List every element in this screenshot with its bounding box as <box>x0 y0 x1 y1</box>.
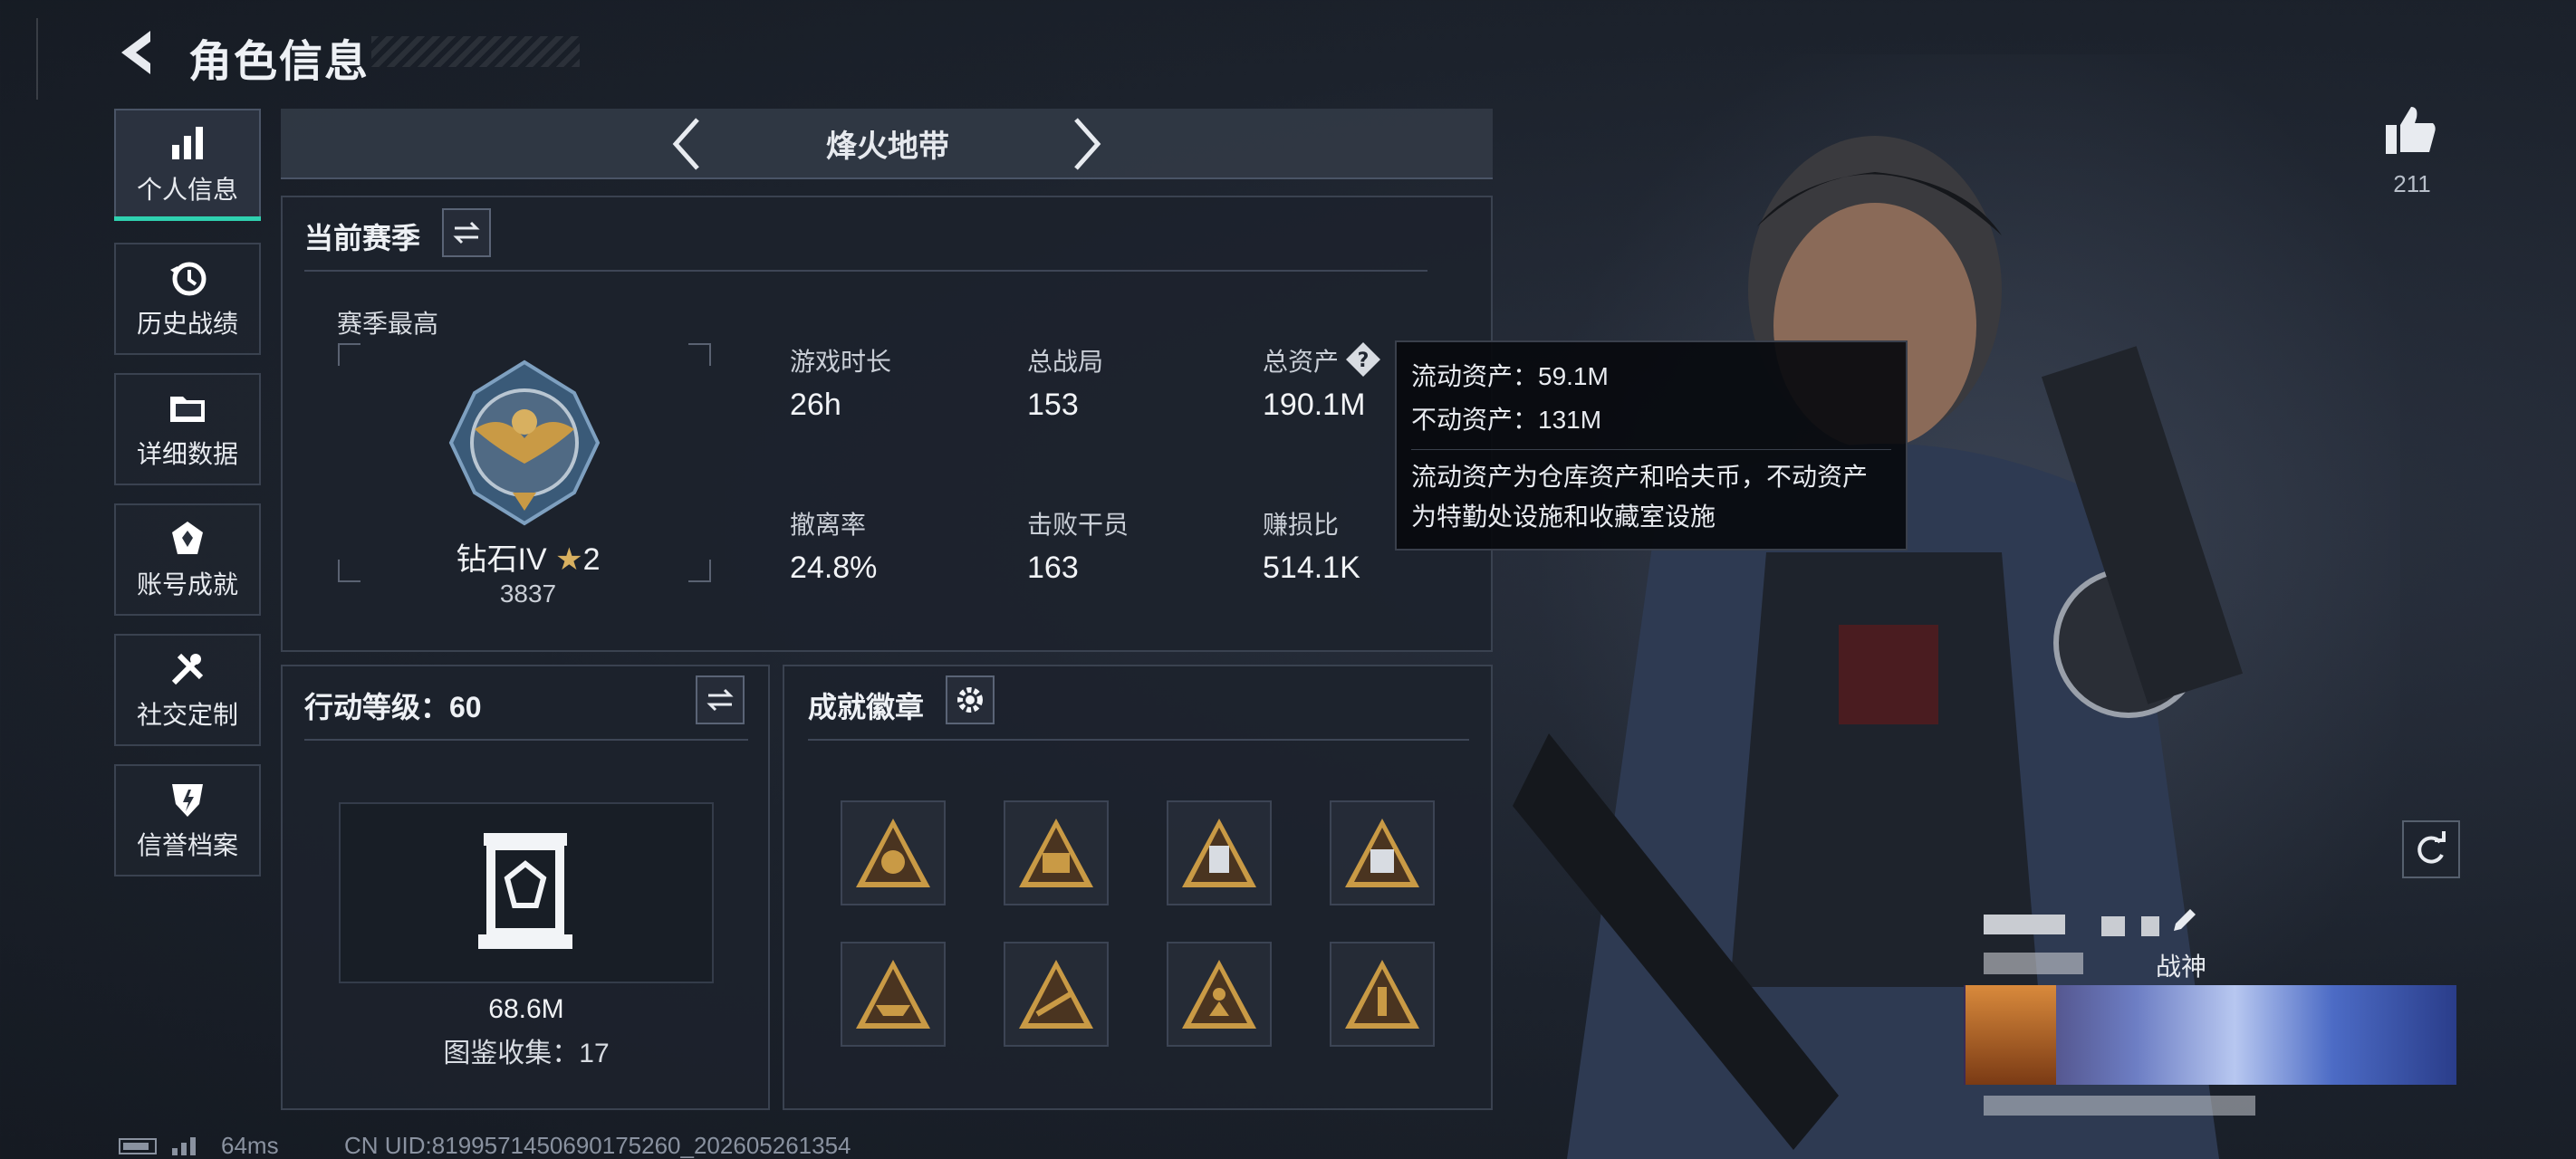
history-icon <box>170 262 207 296</box>
profile-extra-blurred <box>1984 1096 2255 1116</box>
nav-label: 历史战绩 <box>136 310 238 338</box>
nav-label: 信誉档案 <box>136 831 238 859</box>
stat-label: 游戏时长 <box>790 348 892 376</box>
thumbs-up-icon[interactable] <box>2382 101 2440 159</box>
tooltip-divider <box>1411 449 1891 450</box>
card-badge-icon <box>1182 819 1256 887</box>
avatar[interactable] <box>1966 985 2056 1085</box>
nav-account-achievements[interactable]: 账号成就 <box>114 503 261 616</box>
blurred-pixel <box>2101 916 2125 936</box>
frame-corner-line <box>36 18 38 100</box>
refresh-icon <box>2417 831 2446 864</box>
ship-badge-icon <box>856 960 930 1029</box>
stat-label: 撤离率 <box>790 511 867 539</box>
page-title: 角色信息 <box>188 38 370 86</box>
ping-text: 64ms <box>221 1132 279 1159</box>
nav-social-custom[interactable]: 社交定制 <box>114 634 261 746</box>
badge-settings-button[interactable] <box>946 675 995 724</box>
chevron-right-icon[interactable] <box>1065 116 1107 172</box>
nav-reputation[interactable]: 信誉档案 <box>114 764 261 876</box>
achievement-badge[interactable] <box>841 942 946 1047</box>
stat-value: 153 <box>1027 388 1079 422</box>
swap-icon <box>706 688 734 712</box>
stat-label: 赚损比 <box>1263 511 1340 539</box>
fixed-assets-text: 不动资产：131M <box>1411 406 1602 434</box>
tools-icon <box>171 653 204 685</box>
achievement-icon <box>172 522 203 554</box>
player-title-suffix: 战神 <box>2156 953 2207 981</box>
like-count: 211 <box>2393 170 2431 197</box>
season-best-label: 赛季最高 <box>337 310 439 338</box>
shield-icon <box>172 784 203 817</box>
blurred-pixel <box>2141 916 2159 936</box>
achievement-badge[interactable] <box>1167 942 1272 1047</box>
rank-stars: 2 <box>582 542 601 577</box>
achievements-title: 成就徽章 <box>808 691 925 723</box>
stat-value: 26h <box>790 388 841 422</box>
achievement-badge[interactable] <box>1004 800 1109 905</box>
swap-icon <box>453 221 480 244</box>
battery-signal-icon <box>119 1137 196 1155</box>
chevron-left-icon[interactable] <box>667 116 708 172</box>
money-bag-badge-icon <box>856 819 930 887</box>
achievement-badge[interactable] <box>1004 942 1109 1047</box>
divider <box>304 270 1427 272</box>
achievement-badge[interactable] <box>1330 942 1435 1047</box>
stat-value: 514.1K <box>1263 551 1360 585</box>
refresh-button[interactable] <box>2402 820 2460 878</box>
current-season-title: 当前赛季 <box>304 222 421 254</box>
id-card-badge-icon <box>1345 819 1419 887</box>
collection-case-icon <box>478 833 572 949</box>
divider <box>808 739 1469 741</box>
rank-line: 钻石IV ★2 <box>442 534 614 579</box>
nav-history[interactable]: 历史战绩 <box>114 243 261 355</box>
rank-name: 钻石IV <box>456 542 547 577</box>
switch-season-button[interactable] <box>442 208 491 257</box>
title-decoration <box>371 36 580 67</box>
divider <box>304 739 748 741</box>
tower-badge-icon <box>1345 960 1419 1029</box>
collection-count: 图鉴收集：17 <box>443 1039 610 1068</box>
gear-icon <box>957 687 983 713</box>
crate-badge-icon <box>1019 819 1093 887</box>
stat-label: 总战局 <box>1027 348 1104 376</box>
stat-label: 击败干员 <box>1027 511 1129 539</box>
svg-text:?: ? <box>1358 350 1370 372</box>
collection-value: 68.6M <box>488 994 564 1024</box>
help-icon[interactable]: ? <box>1344 340 1382 378</box>
diamond-rank-emblem <box>448 359 601 526</box>
action-level-title: 行动等级：60 <box>304 691 482 723</box>
achievement-badge[interactable] <box>1167 800 1272 905</box>
soldier-badge-icon <box>1182 960 1256 1029</box>
profile-name-blurred <box>1984 915 2092 934</box>
asset-description-line2: 为特勤处设施和收藏室设施 <box>1411 503 1716 531</box>
season-mode-title: 烽火地带 <box>826 129 949 164</box>
nav-label: 账号成就 <box>136 570 238 599</box>
rank-points: 3837 <box>499 580 557 608</box>
rank-star-icon: ★ <box>555 542 583 577</box>
nav-label: 详细数据 <box>136 440 238 468</box>
stat-value: 24.8% <box>790 551 878 585</box>
nav-detail-data[interactable]: 详细数据 <box>114 373 261 485</box>
nav-personal-info[interactable]: 个人信息 <box>114 109 261 221</box>
stat-label: 总资产 <box>1263 348 1340 376</box>
uid-text: CN UID:8199571450690175260_202605261354 <box>344 1132 851 1159</box>
liquid-assets-text: 流动资产：59.1M <box>1411 362 1609 390</box>
folder-icon <box>170 397 205 422</box>
achievement-badge[interactable] <box>841 800 946 905</box>
title-blurred <box>1984 953 2083 974</box>
nav-label: 个人信息 <box>136 176 238 204</box>
nav-label: 社交定制 <box>136 701 238 729</box>
stat-value: 163 <box>1027 551 1079 585</box>
asset-tooltip: 流动资产：59.1M 不动资产：131M 流动资产为仓库资产和哈夫币，不动资产 … <box>1395 340 1908 551</box>
back-arrow-icon[interactable] <box>114 27 159 78</box>
achievement-badge[interactable] <box>1330 800 1435 905</box>
asset-description-line1: 流动资产为仓库资产和哈夫币，不动资产 <box>1411 463 1869 491</box>
switch-level-button[interactable] <box>696 675 745 724</box>
edit-pencil-icon[interactable] <box>2168 905 2199 936</box>
bar-chart-icon <box>172 127 203 159</box>
stat-value: 190.1M <box>1263 388 1366 422</box>
weapon-badge-icon <box>1019 960 1093 1029</box>
